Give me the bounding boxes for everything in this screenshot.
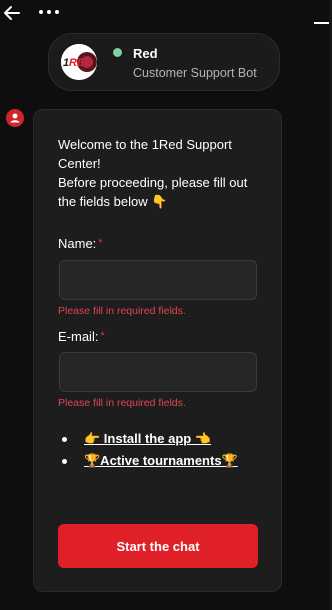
more-horizontal-icon: [39, 10, 59, 14]
arrow-left-icon: [4, 6, 20, 20]
welcome-line-1: Welcome to the 1Red Support Center!: [58, 137, 232, 171]
bot-header: 1 RED Red Customer Support Bot: [48, 33, 280, 91]
welcome-text: Welcome to the 1Red Support Center! Befo…: [58, 135, 268, 211]
user-icon: [10, 113, 20, 123]
email-required-mark: *: [100, 330, 105, 342]
name-error: Please fill in required fields.: [58, 305, 186, 317]
email-input[interactable]: [59, 352, 257, 392]
email-label: E-mail: *: [58, 329, 105, 344]
email-error: Please fill in required fields.: [58, 397, 186, 409]
online-status-dot: [111, 46, 124, 59]
bot-avatar: [6, 109, 24, 127]
quick-links: 👉 Install the app 👈 🏆Active tournaments🏆: [60, 431, 275, 475]
bullet: [62, 459, 67, 464]
bot-role: Customer Support Bot: [133, 66, 257, 80]
bullet: [62, 437, 67, 442]
welcome-line-2: Before proceeding, please fill out the f…: [58, 175, 248, 209]
active-tournaments-link[interactable]: 🏆Active tournaments🏆: [84, 453, 238, 469]
list-item: 🏆Active tournaments🏆: [60, 453, 275, 475]
name-label: Name: *: [58, 236, 103, 251]
chat-widget: 1 RED Red Customer Support Bot Welcome t…: [0, 0, 332, 610]
brand-logo: 1 RED: [61, 44, 97, 80]
name-input[interactable]: [59, 260, 257, 300]
back-button[interactable]: [2, 3, 22, 23]
install-app-link[interactable]: 👉 Install the app 👈: [84, 431, 211, 447]
bot-name: Red: [133, 46, 158, 61]
svg-text:RED: RED: [69, 57, 92, 69]
list-item: 👉 Install the app 👈: [60, 431, 275, 453]
welcome-message-card: Welcome to the 1Red Support Center! Befo…: [33, 109, 282, 592]
start-chat-button[interactable]: Start the chat: [58, 524, 258, 568]
1red-logo-icon: 1 RED: [61, 44, 97, 80]
name-required-mark: *: [98, 237, 103, 249]
name-label-text: Name:: [58, 236, 97, 251]
email-label-text: E-mail:: [58, 329, 99, 344]
more-options-button[interactable]: [37, 5, 61, 19]
